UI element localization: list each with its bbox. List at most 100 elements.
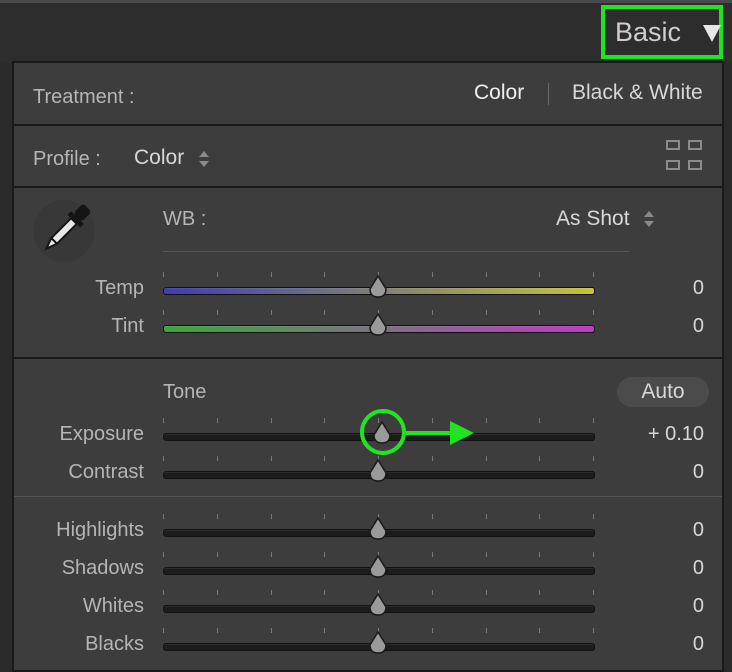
slider-tick bbox=[593, 514, 594, 519]
slider-tick bbox=[217, 514, 218, 519]
slider-tick bbox=[432, 552, 433, 557]
tone-heading: Tone bbox=[163, 381, 207, 403]
blacks-slider[interactable] bbox=[163, 628, 595, 655]
wb-label: WB : bbox=[163, 208, 207, 230]
slider-tick bbox=[539, 628, 540, 633]
slider-tick bbox=[163, 272, 164, 277]
slider-tick bbox=[593, 590, 594, 595]
slider-tick bbox=[271, 552, 272, 557]
slider-thumb[interactable] bbox=[368, 631, 388, 655]
basic-panel bbox=[12, 61, 724, 672]
collapse-triangle-icon[interactable] bbox=[703, 25, 721, 42]
profile-updown-icon[interactable] bbox=[199, 151, 209, 167]
slider-thumb[interactable] bbox=[368, 459, 388, 483]
tone-divider bbox=[14, 496, 722, 497]
slider-label: Temp bbox=[95, 277, 144, 299]
profile-select[interactable]: Color bbox=[134, 146, 184, 170]
slider-tick bbox=[593, 272, 594, 277]
shadows-slider[interactable] bbox=[163, 552, 595, 579]
slider-label: Contrast bbox=[68, 461, 144, 483]
shadows-value[interactable]: 0 bbox=[693, 557, 704, 580]
slider-label: Highlights bbox=[56, 519, 144, 541]
slider-tick bbox=[593, 552, 594, 557]
slider-tick bbox=[217, 590, 218, 595]
top-bar-edge bbox=[0, 0, 732, 3]
slider-tick bbox=[432, 418, 433, 423]
slider-label: Blacks bbox=[85, 633, 144, 655]
contrast-value[interactable]: 0 bbox=[693, 461, 704, 484]
auto-button[interactable]: Auto bbox=[617, 377, 709, 407]
wb-updown-icon[interactable] bbox=[644, 211, 654, 227]
slider-tick bbox=[593, 628, 594, 633]
highlights-slider[interactable] bbox=[163, 514, 595, 541]
slider-thumb[interactable] bbox=[368, 275, 388, 299]
whites-value[interactable]: 0 bbox=[693, 595, 704, 618]
annotation-arrow-icon bbox=[450, 421, 474, 445]
white-balance-eyedropper[interactable] bbox=[33, 200, 95, 262]
divider-profile bbox=[12, 186, 724, 188]
temp-value[interactable]: 0 bbox=[693, 277, 704, 300]
treatment-color-button[interactable]: Color bbox=[474, 81, 524, 105]
slider-tick bbox=[486, 456, 487, 461]
panel-title[interactable]: Basic bbox=[615, 17, 681, 48]
slider-tick bbox=[163, 590, 164, 595]
slider-tick bbox=[539, 418, 540, 423]
slider-tick bbox=[539, 272, 540, 277]
slider-tick bbox=[324, 552, 325, 557]
tint-value[interactable]: 0 bbox=[693, 315, 704, 338]
slider-tick bbox=[217, 628, 218, 633]
profile-label: Profile : bbox=[33, 148, 101, 170]
slider-label: Exposure bbox=[59, 423, 145, 445]
slider-label: Whites bbox=[82, 595, 144, 617]
slider-tick bbox=[432, 272, 433, 277]
slider-tick bbox=[324, 514, 325, 519]
slider-tick bbox=[432, 310, 433, 315]
highlights-value[interactable]: 0 bbox=[693, 519, 704, 542]
slider-tick bbox=[163, 552, 164, 557]
tint-slider[interactable] bbox=[163, 310, 595, 337]
slider-tick bbox=[271, 628, 272, 633]
slider-tick bbox=[163, 456, 164, 461]
slider-tick bbox=[271, 590, 272, 595]
slider-tick bbox=[432, 456, 433, 461]
slider-label: Shadows bbox=[61, 557, 144, 579]
slider-tick bbox=[593, 310, 594, 315]
slider-thumb[interactable] bbox=[368, 555, 388, 579]
slider-thumb[interactable] bbox=[368, 313, 388, 337]
slider-tick bbox=[324, 456, 325, 461]
slider-tick bbox=[271, 514, 272, 519]
slider-tick bbox=[539, 514, 540, 519]
slider-tick bbox=[324, 310, 325, 315]
wb-select[interactable]: As Shot bbox=[556, 207, 630, 231]
slider-tick bbox=[163, 514, 164, 519]
eyedropper-icon bbox=[44, 204, 91, 251]
slider-tick bbox=[486, 310, 487, 315]
slider-tick bbox=[271, 456, 272, 461]
divider-treatment bbox=[12, 124, 724, 126]
slider-tick bbox=[217, 272, 218, 277]
treatment-bw-button[interactable]: Black & White bbox=[572, 81, 703, 105]
slider-tick bbox=[539, 456, 540, 461]
divider-wb bbox=[12, 357, 724, 359]
profile-browser-grid-icon[interactable] bbox=[666, 140, 704, 172]
slider-tick bbox=[432, 628, 433, 633]
slider-tick bbox=[539, 590, 540, 595]
temp-slider[interactable] bbox=[163, 272, 595, 299]
slider-tick bbox=[324, 628, 325, 633]
slider-tick bbox=[217, 552, 218, 557]
treatment-label: Treatment : bbox=[33, 86, 135, 108]
blacks-value[interactable]: 0 bbox=[693, 633, 704, 656]
slider-tick bbox=[486, 418, 487, 423]
wb-underline bbox=[163, 251, 629, 252]
slider-thumb[interactable] bbox=[368, 517, 388, 541]
exposure-value[interactable]: + 0.10 bbox=[648, 423, 704, 446]
contrast-slider[interactable] bbox=[163, 456, 595, 483]
slider-tick bbox=[486, 272, 487, 277]
whites-slider[interactable] bbox=[163, 590, 595, 617]
slider-tick bbox=[432, 590, 433, 595]
slider-tick bbox=[593, 418, 594, 423]
slider-tick bbox=[593, 456, 594, 461]
slider-thumb[interactable] bbox=[368, 593, 388, 617]
slider-tick bbox=[324, 590, 325, 595]
annotation-arrow-shaft bbox=[405, 431, 455, 435]
